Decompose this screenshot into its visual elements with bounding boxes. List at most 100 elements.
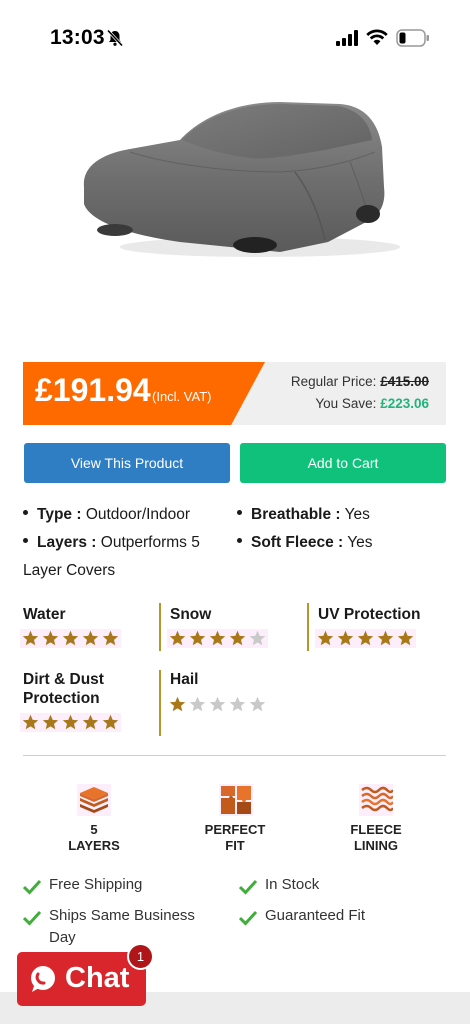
view-product-button[interactable]: View This Product <box>24 443 230 483</box>
star-filled-icon <box>377 630 394 646</box>
check-icon <box>23 879 41 895</box>
regular-price-value: £415.00 <box>380 374 429 389</box>
ships-line1: Ships Same Business <box>49 907 195 924</box>
bullet-icon <box>237 510 242 516</box>
star-filled-icon <box>209 630 226 646</box>
star-filled-icon <box>317 630 334 646</box>
savings: You Save: £223.06 <box>315 396 429 411</box>
section-divider <box>23 755 446 756</box>
star-empty-icon <box>229 696 246 712</box>
chat-bubble-icon <box>31 966 55 992</box>
rating-stars-dirt <box>20 713 121 732</box>
bullet-icon <box>23 538 28 544</box>
rating-stars-snow <box>167 629 268 648</box>
rating-divider <box>307 603 309 651</box>
star-empty-icon <box>209 696 226 712</box>
feature-fit-line1: PERFECT <box>204 822 266 837</box>
in-stock-text: In Stock <box>265 876 320 893</box>
product-image <box>83 102 400 257</box>
regular-price-label: Regular Price: <box>290 374 377 389</box>
star-filled-icon <box>22 630 39 646</box>
star-filled-icon <box>82 630 99 646</box>
star-filled-icon <box>22 714 39 730</box>
spec-type: Type : Outdoor/Indoor <box>23 506 190 524</box>
rating-divider <box>159 670 161 736</box>
chat-notification-badge: 1 <box>127 943 154 970</box>
spec-layers-label: Layers : <box>37 534 97 551</box>
feature-layers-line1: 5 <box>90 822 98 837</box>
feature-layers-line2: LAYERS <box>68 838 120 853</box>
rating-label-uv: UV Protection <box>318 606 421 623</box>
wifi-icon <box>366 29 388 45</box>
spec-layers-value: Outperforms 5 <box>100 534 200 551</box>
free-shipping-text: Free Shipping <box>49 876 143 893</box>
layers-icon <box>77 784 111 816</box>
rating-stars-water <box>20 629 121 648</box>
star-filled-icon <box>102 714 119 730</box>
rating-stars-uv <box>315 629 416 648</box>
bell-muted-icon <box>106 29 124 47</box>
rating-stars-hail <box>167 695 268 714</box>
spec-layers-cont: Layer Covers <box>23 562 116 579</box>
feature-fleece-line1: FLEECE <box>350 822 402 837</box>
battery-icon <box>396 29 429 47</box>
price-panel: £191.94 (Incl. VAT) Regular Price: £415.… <box>23 362 446 425</box>
spec-fleece-value: Yes <box>347 534 373 551</box>
vat-note: (Incl. VAT) <box>152 389 212 404</box>
rating-label-water: Water <box>23 606 66 623</box>
check-icon <box>239 879 257 895</box>
star-empty-icon <box>249 696 266 712</box>
spec-type-value: Outdoor/Indoor <box>85 506 191 523</box>
rating-divider <box>159 603 161 651</box>
star-empty-icon <box>249 630 266 646</box>
star-empty-icon <box>189 696 206 712</box>
status-bar: 13:03 <box>0 0 470 70</box>
rating-label-snow: Snow <box>170 606 212 623</box>
puzzle-icon <box>219 784 253 816</box>
signal-icon <box>336 30 358 46</box>
spec-type-label: Type : <box>37 506 82 523</box>
star-filled-icon <box>337 630 354 646</box>
status-time: 13:03 <box>50 26 105 49</box>
star-filled-icon <box>62 714 79 730</box>
ships-same-day-text: Ships Same Business Day <box>49 905 195 949</box>
ships-line2: Day <box>49 929 76 946</box>
current-price: £191.94 <box>35 372 151 408</box>
price-highlight: £191.94 (Incl. VAT) <box>23 362 265 425</box>
star-filled-icon <box>42 630 59 646</box>
feature-fleece: FLEECE LINING <box>316 822 436 854</box>
star-filled-icon <box>357 630 374 646</box>
regular-price: Regular Price: £415.00 <box>291 374 429 389</box>
star-filled-icon <box>62 630 79 646</box>
add-to-cart-button[interactable]: Add to Cart <box>240 443 446 483</box>
spec-breathable-value: Yes <box>344 506 370 523</box>
star-filled-icon <box>169 696 186 712</box>
rating-label-dirt: Dirt & Dust Protection <box>23 671 104 707</box>
star-filled-icon <box>102 630 119 646</box>
star-filled-icon <box>229 630 246 646</box>
guaranteed-fit-text: Guaranteed Fit <box>265 907 366 924</box>
star-filled-icon <box>82 714 99 730</box>
chat-label: Chat <box>65 962 130 994</box>
feature-layers: 5 LAYERS <box>34 822 154 854</box>
star-filled-icon <box>397 630 414 646</box>
spec-layers: Layers : Outperforms 5 <box>23 534 200 552</box>
check-icon <box>23 910 41 926</box>
spec-fleece: Soft Fleece : Yes <box>237 534 373 552</box>
spec-fleece-label: Soft Fleece : <box>251 534 344 551</box>
star-filled-icon <box>189 630 206 646</box>
check-icon <box>239 910 257 926</box>
feature-fit-line2: FIT <box>225 838 245 853</box>
feature-fit: PERFECT FIT <box>175 822 295 854</box>
fleece-icon <box>359 784 393 816</box>
spec-breathable: Breathable : Yes <box>237 506 370 524</box>
rating-label-hail: Hail <box>170 671 199 688</box>
bullet-icon <box>23 510 28 516</box>
spec-breathable-label: Breathable : <box>251 506 341 523</box>
bullet-icon <box>237 538 242 544</box>
star-filled-icon <box>169 630 186 646</box>
feature-fleece-line2: LINING <box>353 838 399 853</box>
savings-value: £223.06 <box>380 396 429 411</box>
savings-label: You Save: <box>315 396 377 411</box>
star-filled-icon <box>42 714 59 730</box>
